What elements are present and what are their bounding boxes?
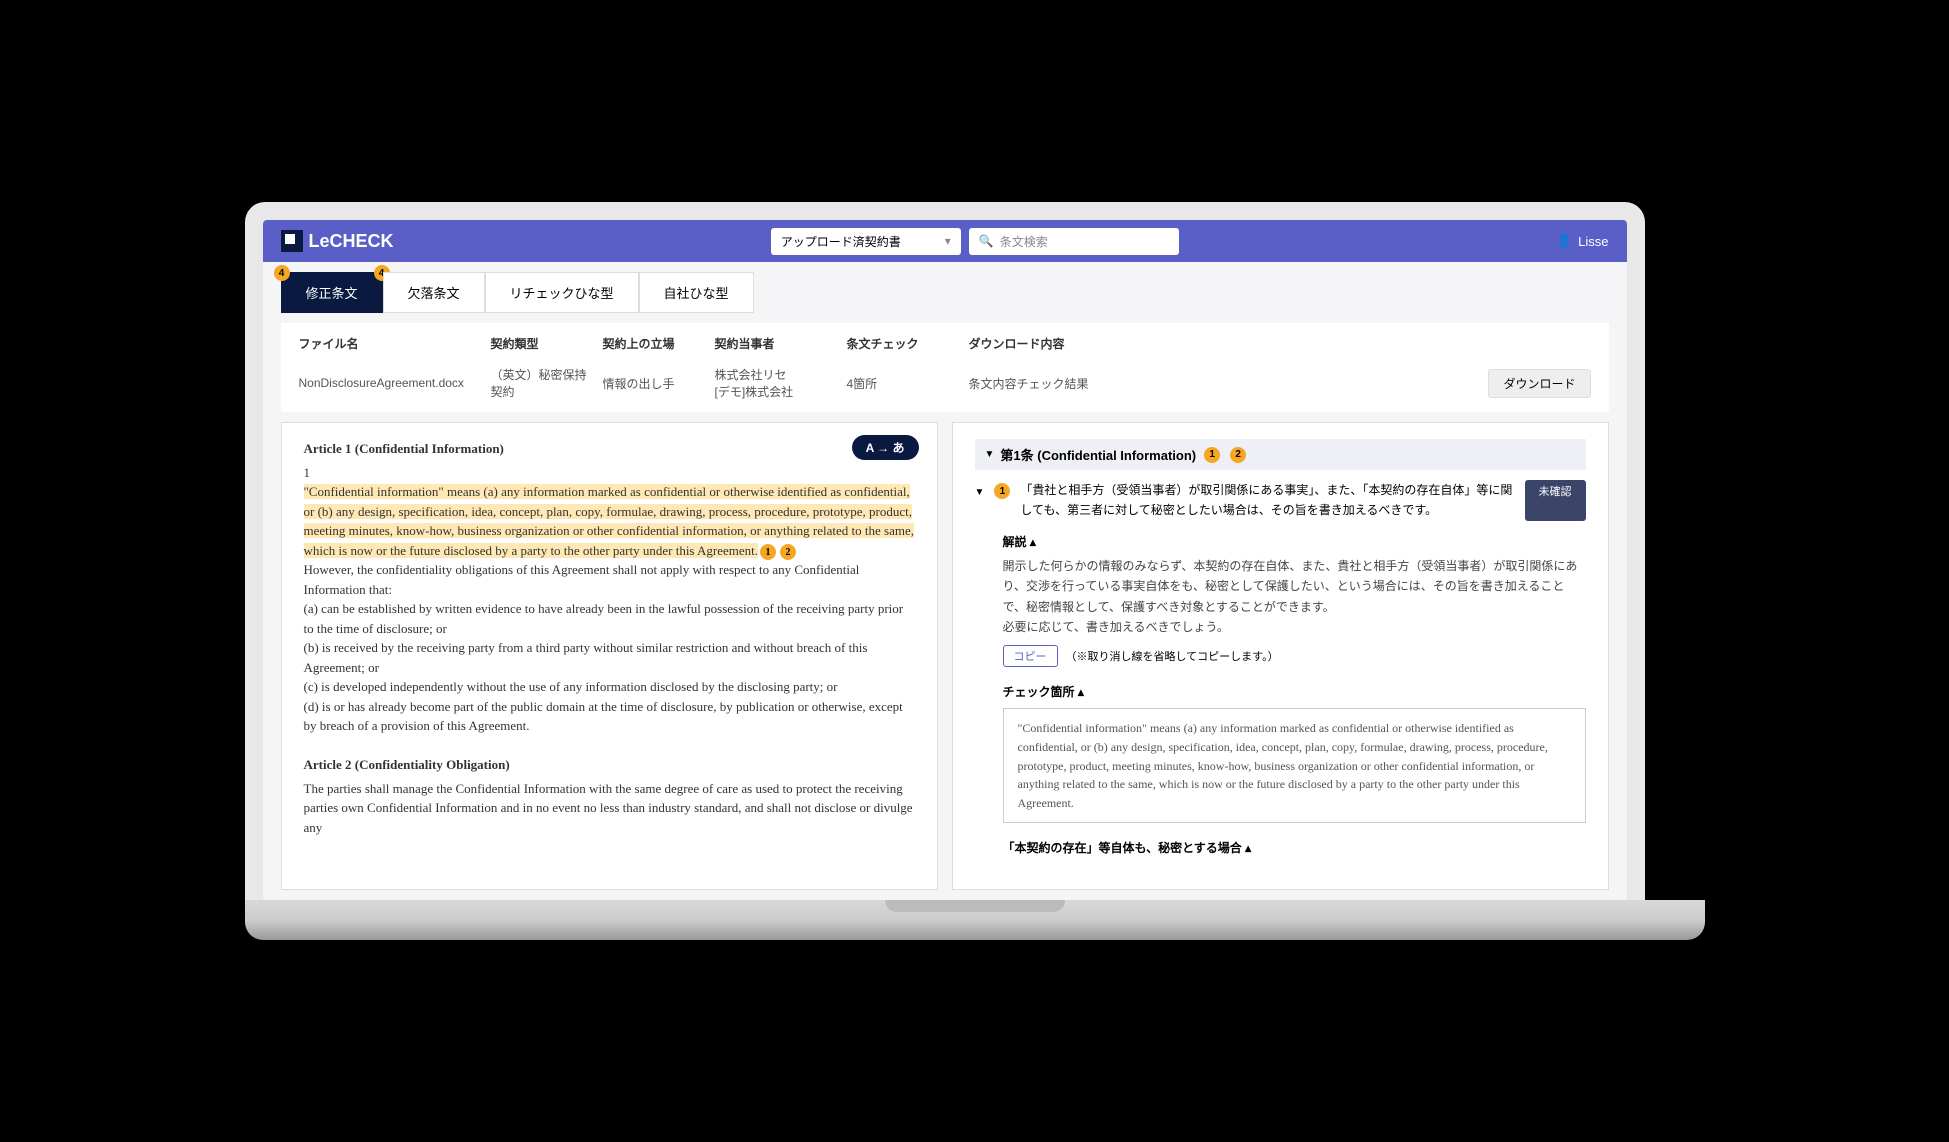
clause-d: (d) is or has already become part of the… xyxy=(304,697,915,736)
contract-dropdown[interactable]: アップロード済契約書 ▾ xyxy=(771,228,961,255)
laptop-frame: LeCHECK アップロード済契約書 ▾ 🔍 条文検索 👤 Lisse xyxy=(245,202,1645,900)
file-headers: ファイル名 契約類型 契約上の立場 契約当事者 条文チェック ダウンロード内容 xyxy=(299,335,1591,352)
search-icon: 🔍 xyxy=(979,234,994,248)
explanation-label[interactable]: 解説 ▴ xyxy=(1003,533,1586,550)
logo-icon xyxy=(281,230,303,252)
copy-row: コピー （※取り消し線を省略してコピーします。） xyxy=(1003,645,1586,667)
section-badge-1[interactable]: 1 xyxy=(1204,447,1220,463)
section-title: 第1条 (Confidential Information) xyxy=(1000,445,1196,464)
chevron-down-icon: ▾ xyxy=(945,234,951,248)
tab-missing[interactable]: 欠落条文 xyxy=(383,272,485,313)
col-download-content: ダウンロード内容 xyxy=(969,335,1169,352)
check-item-1: ▼ 1 「貴社と相手方（受領当事者）が取引関係にある事実」、また、「本契約の存在… xyxy=(975,480,1586,521)
dropdown-label: アップロード済契約書 xyxy=(781,233,901,250)
tab-label: 修正条文 xyxy=(306,286,358,301)
article-1-title: Article 1 (Confidential Information) xyxy=(304,439,915,459)
brand-text: LeCHECK xyxy=(309,231,394,252)
highlighted-clause[interactable]: "Confidential information" means (a) any… xyxy=(304,484,915,558)
laptop-base xyxy=(245,900,1705,940)
tab-badge: 4 xyxy=(274,265,290,281)
user-menu[interactable]: 👤 Lisse xyxy=(1556,233,1609,249)
tab-bar: 4 修正条文 4 欠落条文 リチェックひな型 自社ひな型 xyxy=(281,272,1609,313)
annotation-badge-1[interactable]: 1 xyxy=(760,544,776,560)
item-text: 「貴社と相手方（受領当事者）が取引関係にある事実」、また、「本契約の存在自体」等… xyxy=(1020,480,1516,521)
annotation-badge-2[interactable]: 2 xyxy=(780,544,796,560)
status-badge[interactable]: 未確認 xyxy=(1525,480,1586,521)
col-parties: 契約当事者 xyxy=(715,335,835,352)
section-badge-2[interactable]: 2 xyxy=(1230,447,1246,463)
tab-corrections[interactable]: 4 修正条文 4 xyxy=(281,272,383,313)
top-bar: LeCHECK アップロード済契約書 ▾ 🔍 条文検索 👤 Lisse xyxy=(263,220,1627,262)
clause-b: (b) is received by the receiving party f… xyxy=(304,638,915,677)
clause-a: (a) can be established by written eviden… xyxy=(304,599,915,638)
document-pane[interactable]: A → あ Article 1 (Confidential Informatio… xyxy=(281,422,938,890)
app-logo[interactable]: LeCHECK xyxy=(281,230,394,252)
contract-type: （英文）秘密保持契約 xyxy=(491,366,591,400)
caret-down-icon[interactable]: ▼ xyxy=(975,480,985,521)
parties: 株式会社リセ [デモ]株式会社 xyxy=(715,366,835,400)
col-type: 契約類型 xyxy=(491,335,591,352)
file-row: NonDisclosureAgreement.docx （英文）秘密保持契約 情… xyxy=(299,366,1591,400)
app-screen: LeCHECK アップロード済契約書 ▾ 🔍 条文検索 👤 Lisse xyxy=(263,220,1627,900)
search-placeholder: 条文検索 xyxy=(1000,233,1048,250)
file-info-panel: ファイル名 契約類型 契約上の立場 契約当事者 条文チェック ダウンロード内容 … xyxy=(281,323,1609,412)
article-2-title: Article 2 (Confidentiality Obligation) xyxy=(304,755,915,775)
col-filename: ファイル名 xyxy=(299,335,479,352)
caret-down-icon: ▼ xyxy=(985,449,995,460)
document-body: Article 1 (Confidential Information) 1 "… xyxy=(304,439,915,837)
review-section-header[interactable]: ▼ 第1条 (Confidential Information) 1 2 xyxy=(975,439,1586,470)
laptop-notch xyxy=(885,900,1065,912)
copy-note: （※取り消し線を省略してコピーします。） xyxy=(1066,648,1279,664)
col-position: 契約上の立場 xyxy=(603,335,703,352)
line-num: 1 xyxy=(304,463,915,483)
clause-however: However, the confidentiality obligations… xyxy=(304,560,915,599)
clause-c: (c) is developed independently without t… xyxy=(304,677,915,697)
check-location-label[interactable]: チェック箇所 ▴ xyxy=(1003,683,1586,700)
language-toggle-button[interactable]: A → あ xyxy=(852,435,919,460)
copy-button[interactable]: コピー xyxy=(1003,645,1058,667)
item-badge: 1 xyxy=(994,483,1010,499)
download-button[interactable]: ダウンロード xyxy=(1488,369,1590,398)
topbar-center: アップロード済契約書 ▾ 🔍 条文検索 xyxy=(410,228,1540,255)
split-panes: A → あ Article 1 (Confidential Informatio… xyxy=(281,422,1609,890)
review-pane[interactable]: ▼ 第1条 (Confidential Information) 1 2 ▼ 1… xyxy=(952,422,1609,890)
position: 情報の出し手 xyxy=(603,375,703,392)
filename: NonDisclosureAgreement.docx xyxy=(299,376,479,390)
tab-recheck-template[interactable]: リチェックひな型 xyxy=(485,272,639,313)
check-count: 4箇所 xyxy=(847,375,957,392)
user-name: Lisse xyxy=(1578,234,1608,249)
search-input[interactable]: 🔍 条文検索 xyxy=(969,228,1179,255)
article-2-body: The parties shall manage the Confidentia… xyxy=(304,779,915,838)
download-content: 条文内容チェック結果 xyxy=(969,375,1169,392)
footer-section-label[interactable]: 「本契約の存在」等自体も、秘密とする場合 ▴ xyxy=(1003,839,1586,856)
explanation-text: 開示した何らかの情報のみならず、本契約の存在自体、また、貴社と相手方（受領当事者… xyxy=(1003,556,1586,638)
col-check: 条文チェック xyxy=(847,335,957,352)
main-content: 4 修正条文 4 欠落条文 リチェックひな型 自社ひな型 ファイル名 契約類型 … xyxy=(263,262,1627,900)
user-icon: 👤 xyxy=(1556,233,1572,249)
tab-own-template[interactable]: 自社ひな型 xyxy=(639,272,754,313)
quoted-clause: "Confidential information" means (a) any… xyxy=(1003,708,1586,823)
